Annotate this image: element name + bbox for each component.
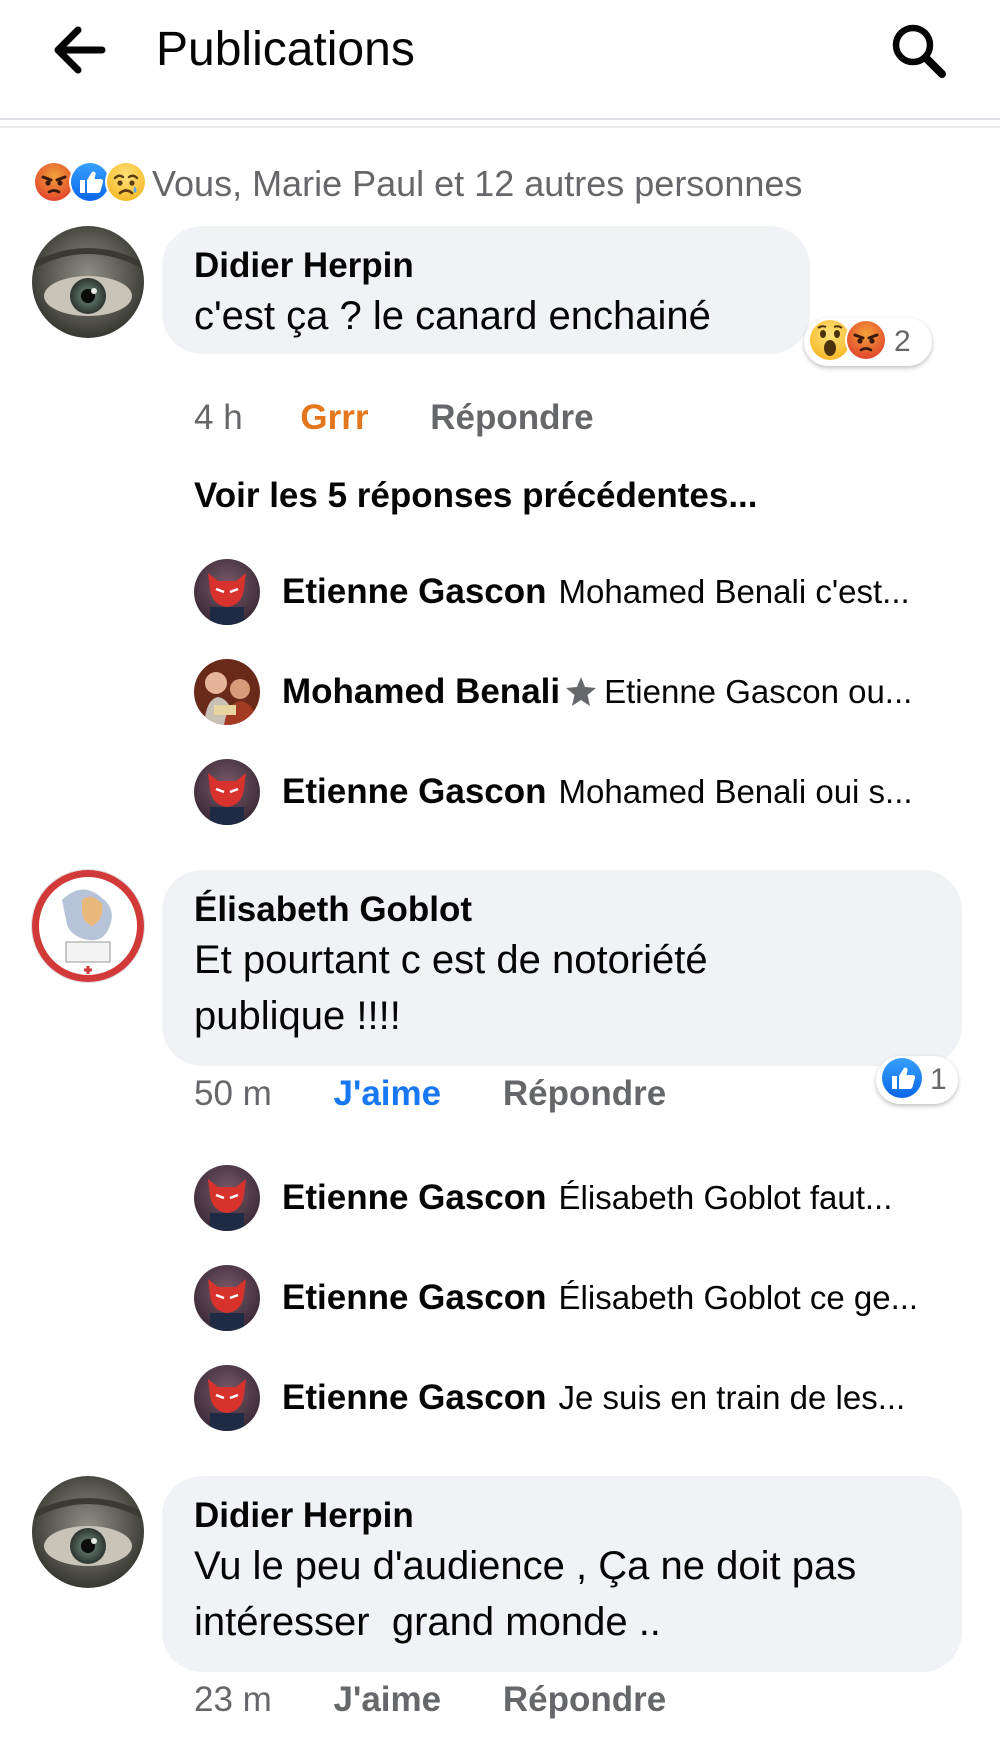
reactions-summary[interactable]: Vous, Marie Paul et 12 autres personnes <box>32 160 802 208</box>
comment-text-line: publique !!!! <box>194 994 401 1038</box>
comment-author[interactable]: Didier Herpin <box>194 244 810 288</box>
avatar[interactable] <box>194 759 260 825</box>
comment-reactions-pill[interactable]: 2 <box>804 318 932 366</box>
like-reaction-icon <box>880 1056 924 1105</box>
comment-time[interactable]: 50 m <box>194 1074 272 1113</box>
top-fan-star-icon <box>564 675 598 709</box>
reply-button[interactable]: Répondre <box>503 1680 666 1719</box>
angry-reaction-icon <box>844 318 888 367</box>
reply-button[interactable]: Répondre <box>430 398 593 437</box>
avatar[interactable] <box>194 1365 260 1431</box>
page-title: Publications <box>156 23 415 76</box>
reply-author[interactable]: Etienne Gascon <box>282 772 547 812</box>
arrow-left-icon[interactable] <box>52 22 108 78</box>
reply-preview: Élisabeth Goblot faut... <box>558 1179 893 1216</box>
search-icon[interactable] <box>888 20 950 82</box>
comment-bubble[interactable]: Didier Herpin Vu le peu d'audience , Ça … <box>162 1476 962 1672</box>
comment-bubble[interactable]: Didier Herpin c'est ça ? le canard encha… <box>162 226 810 354</box>
reply-preview: Etienne Gascon ou... <box>604 673 913 710</box>
like-button[interactable]: J'aime <box>334 1074 442 1113</box>
comment-actions: 23 m J'aime Répondre <box>194 1680 666 1720</box>
avatar[interactable] <box>32 1476 144 1588</box>
reply-preview: Élisabeth Goblot ce ge... <box>558 1279 919 1316</box>
header-divider <box>0 126 1000 128</box>
comment-text-line: Vu le peu d'audience , Ça ne doit pas <box>194 1544 857 1588</box>
grrr-button[interactable]: Grrr <box>300 398 368 437</box>
avatar[interactable] <box>194 1265 260 1331</box>
comment-text: c'est ça ? le canard enchainé <box>194 294 711 338</box>
reply-row[interactable]: Etienne Gascon Élisabeth Goblot faut... <box>194 1165 892 1231</box>
reply-author[interactable]: Mohamed Benali <box>282 672 560 712</box>
avatar[interactable] <box>194 559 260 625</box>
reply-row[interactable]: Etienne Gascon Mohamed Benali c'est... <box>194 559 910 625</box>
comment-reactions-pill[interactable]: 1 <box>876 1056 958 1104</box>
reply-author[interactable]: Etienne Gascon <box>282 572 547 612</box>
reply-row[interactable]: Etienne Gascon Mohamed Benali oui s... <box>194 759 913 825</box>
reply-button[interactable]: Répondre <box>503 1074 666 1113</box>
comment-bubble[interactable]: Élisabeth Goblot Et pourtant c est de no… <box>162 870 962 1066</box>
reply-preview: Mohamed Benali oui s... <box>558 773 913 810</box>
reply-author[interactable]: Etienne Gascon <box>282 1178 547 1218</box>
comment-text-line: Et pourtant c est de notoriété <box>194 938 708 982</box>
top-bar <box>0 0 1000 118</box>
reply-row[interactable]: Mohamed Benali Etienne Gascon ou... <box>194 659 912 725</box>
header-divider <box>0 118 1000 120</box>
like-button[interactable]: J'aime <box>334 1680 442 1719</box>
avatar[interactable] <box>32 870 144 982</box>
comment-actions: 4 h Grrr Répondre <box>194 398 594 438</box>
reactions-summary-text: Vous, Marie Paul et 12 autres personnes <box>152 163 803 204</box>
comment-actions: 50 m J'aime Répondre <box>194 1074 666 1114</box>
reply-row[interactable]: Etienne Gascon Élisabeth Goblot ce ge... <box>194 1265 918 1331</box>
reply-author[interactable]: Etienne Gascon <box>282 1278 547 1318</box>
reply-row[interactable]: Etienne Gascon Je suis en train de les..… <box>194 1365 905 1431</box>
avatar[interactable] <box>32 226 144 338</box>
avatar[interactable] <box>194 1165 260 1231</box>
comment-time[interactable]: 4 h <box>194 398 243 437</box>
comment-author[interactable]: Didier Herpin <box>194 1494 962 1538</box>
comment-text-line: intéresser grand monde .. <box>194 1600 661 1644</box>
comment-author[interactable]: Élisabeth Goblot <box>194 888 962 932</box>
comment-time[interactable]: 23 m <box>194 1680 272 1719</box>
reply-preview: Je suis en train de les... <box>558 1379 906 1416</box>
avatar[interactable] <box>194 659 260 725</box>
reply-author[interactable]: Etienne Gascon <box>282 1378 547 1418</box>
view-previous-replies-link[interactable]: Voir les 5 réponses précédentes... <box>194 476 758 516</box>
reaction-count: 2 <box>894 325 911 358</box>
reply-preview: Mohamed Benali c'est... <box>558 573 910 610</box>
reaction-count: 1 <box>930 1063 947 1096</box>
sad-reaction-icon <box>104 160 148 209</box>
